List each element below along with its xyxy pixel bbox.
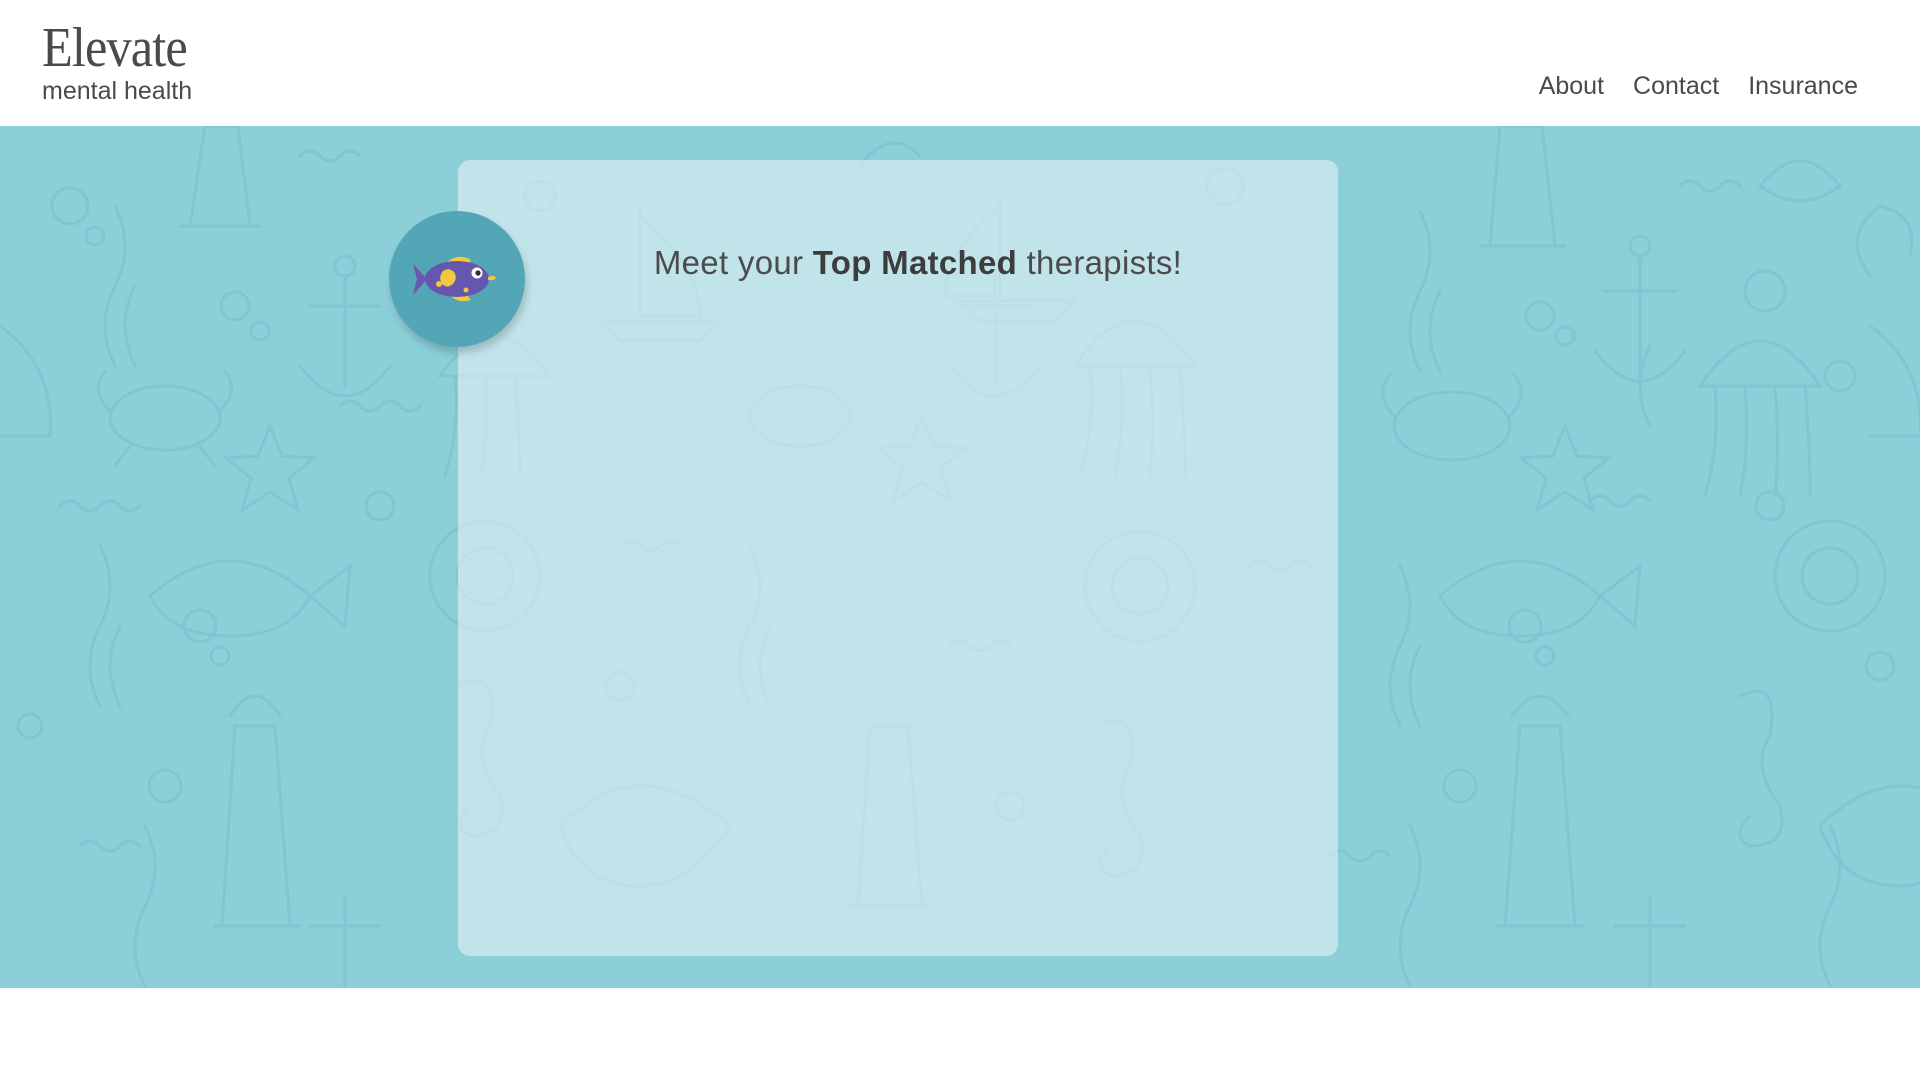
nav-link-contact[interactable]: Contact	[1633, 72, 1719, 101]
headline-emphasis-text: Top Matched	[812, 244, 1018, 281]
nav-link-about[interactable]: About	[1539, 72, 1604, 101]
top-matched-headline: Meet your Top Matched therapists!	[458, 244, 1378, 282]
nav-link-insurance[interactable]: Insurance	[1748, 72, 1858, 101]
brand-logo[interactable]: Elevate mental health	[42, 20, 203, 104]
brand-title: Elevate	[42, 17, 188, 79]
brand-subtitle: mental health	[42, 77, 193, 105]
headline-tail-text: therapists!	[1017, 244, 1183, 281]
main-nav: About Contact Insurance	[1539, 72, 1858, 101]
hero-section: Meet your Top Matched therapists!	[0, 126, 1920, 988]
site-header: Elevate mental health About Contact Insu…	[0, 0, 1920, 126]
headline-lead-text: Meet your	[653, 244, 813, 281]
